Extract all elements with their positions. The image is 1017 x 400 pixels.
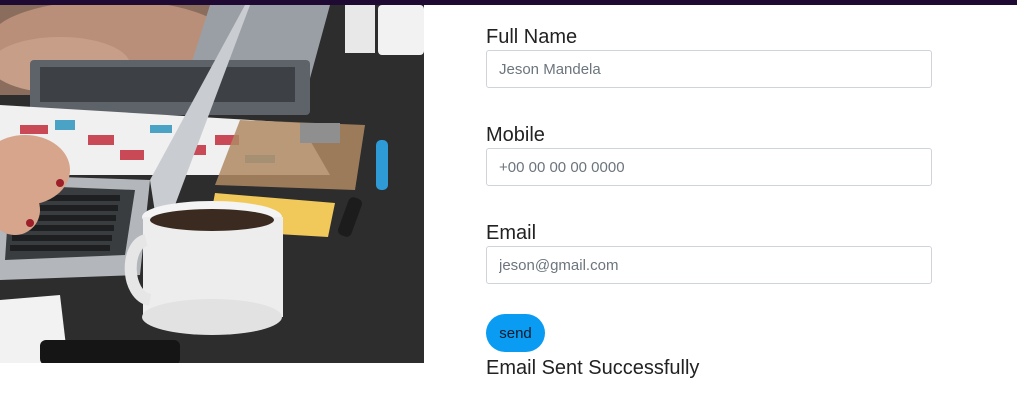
- mobile-label: Mobile: [486, 124, 545, 146]
- workspace-photo: [0, 5, 424, 363]
- email-label: Email: [486, 222, 537, 244]
- status-message: Email Sent Successfully: [486, 357, 700, 379]
- mobile-input[interactable]: [486, 148, 932, 186]
- send-button[interactable]: send: [486, 314, 545, 352]
- email-input[interactable]: [486, 246, 932, 284]
- full-name-label: Full Name: [486, 26, 578, 48]
- full-name-input[interactable]: [486, 50, 932, 88]
